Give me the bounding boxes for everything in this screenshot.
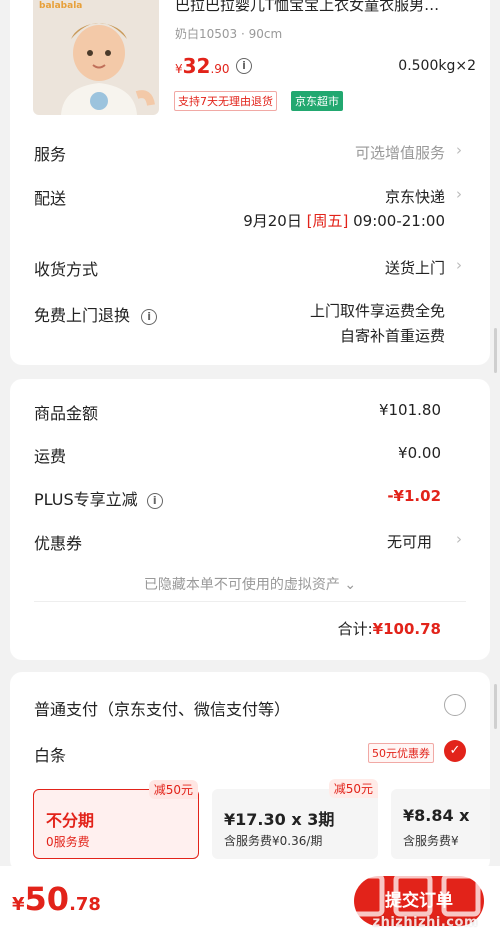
brand-logo: balabala bbox=[39, 1, 83, 11]
total-value: ¥100.78 bbox=[372, 620, 441, 638]
plan-discount-badge: 减50元 bbox=[328, 779, 378, 798]
normal-payment-label[interactable]: 普通支付（京东支付、微信支付等） bbox=[34, 696, 290, 720]
product-spec: 奶白10503 · 90cm bbox=[175, 27, 283, 41]
scrollbar[interactable] bbox=[494, 684, 497, 729]
coupon-label: 优惠券 bbox=[34, 534, 83, 553]
goods-amount-label: 商品金额 bbox=[34, 404, 99, 423]
price-summary-card: 商品金额 ¥101.80 运费 ¥0.00 PLUS专享立减 i -¥1.02 … bbox=[10, 379, 490, 660]
goods-amount-value: ¥101.80 bbox=[378, 401, 441, 419]
plus-discount-text: PLUS专享立减 bbox=[34, 490, 138, 509]
shipping-value[interactable]: 京东快递 bbox=[385, 186, 445, 207]
plus-discount-value: -¥1.02 bbox=[387, 487, 441, 505]
price-symbol: ¥ bbox=[175, 62, 183, 76]
plan-main-text: 不分期 bbox=[46, 811, 95, 830]
installment-plan-none[interactable]: 减50元 不分期 0服务费 bbox=[33, 780, 199, 859]
payable-int: 50 bbox=[24, 880, 70, 918]
chevron-right-icon[interactable]: › bbox=[456, 141, 462, 159]
payable-amount: ¥50.78 bbox=[12, 880, 101, 918]
plan-sub-text: 0服务费 bbox=[46, 835, 90, 849]
receive-method-value[interactable]: 送货上门 bbox=[385, 257, 445, 278]
divider bbox=[34, 601, 466, 602]
free-return-label: 免费上门退换 i bbox=[34, 302, 158, 326]
service-value[interactable]: 可选增值服务 bbox=[355, 142, 445, 163]
plan-discount-badge: 减50元 bbox=[148, 780, 198, 799]
freight-value: ¥0.00 bbox=[398, 444, 441, 462]
baitiao-coupon-tag[interactable]: 50元优惠券 bbox=[368, 743, 434, 763]
store-tag: 京东超市 bbox=[291, 91, 343, 111]
installment-plan-3[interactable]: 减50元 ¥17.30 x 3期 含服务费¥0.36/期 bbox=[212, 779, 378, 859]
price-dec: .90 bbox=[210, 62, 230, 76]
product-delivery-card: balabala 巴拉巴拉婴儿T恤宝宝上衣女童衣服男… 奶白10503 · 90… bbox=[10, 0, 490, 365]
check-icon[interactable]: ✓ bbox=[444, 740, 466, 762]
chevron-right-icon[interactable]: › bbox=[456, 530, 462, 548]
plan-main-text: ¥8.84 x bbox=[403, 806, 470, 825]
payable-symbol: ¥ bbox=[12, 894, 25, 915]
freight-label: 运费 bbox=[34, 447, 67, 466]
delivery-date-day: 9月20日 bbox=[243, 212, 302, 230]
receive-method-label: 收货方式 bbox=[34, 260, 99, 279]
submit-order-button[interactable]: 提交订单 bbox=[354, 876, 484, 926]
hidden-assets-toggle[interactable]: 已隐藏本单不可使用的虚拟资产 ⌄ bbox=[10, 574, 490, 594]
free-return-text: 免费上门退换 bbox=[34, 306, 131, 325]
payment-card: 普通支付（京东支付、微信支付等） 白条 50元优惠券 ✓ 减50元 不分期 0服… bbox=[10, 672, 490, 872]
info-icon[interactable]: i bbox=[236, 58, 252, 74]
free-return-line1: 上门取件享运费全免 bbox=[309, 302, 445, 320]
coupon-value[interactable]: 无可用 bbox=[387, 531, 432, 552]
total-label: 合计: bbox=[337, 620, 373, 638]
plus-discount-label: PLUS专享立减 i bbox=[34, 486, 163, 510]
chevron-right-icon[interactable]: › bbox=[456, 256, 462, 274]
price-int: 32 bbox=[182, 54, 211, 78]
chevron-right-icon[interactable]: › bbox=[456, 185, 462, 203]
service-label: 服务 bbox=[34, 145, 67, 164]
delivery-date-time: 09:00-21:00 bbox=[353, 212, 445, 230]
shipping-label: 配送 bbox=[34, 189, 67, 208]
plan-sub-text: 含服务费¥ bbox=[403, 834, 459, 848]
order-total: 合计:¥100.78 bbox=[338, 618, 441, 639]
product-thumbnail[interactable]: balabala bbox=[33, 0, 159, 115]
checkout-bar: ¥50.78 提交订单 zhizhizhi.com bbox=[0, 866, 500, 938]
info-icon[interactable]: i bbox=[141, 308, 158, 325]
baitiao-label[interactable]: 白条 bbox=[34, 742, 66, 766]
installment-plan-12[interactable]: ¥8.84 x 含服务费¥ bbox=[391, 789, 490, 859]
product-title[interactable]: 巴拉巴拉婴儿T恤宝宝上衣女童衣服男… bbox=[175, 0, 475, 15]
delivery-date[interactable]: 9月20日 [周五] 09:00-21:00 bbox=[243, 210, 445, 231]
baby-photo-icon bbox=[61, 23, 155, 115]
return-policy-tag: 支持7天无理由退货 bbox=[174, 91, 277, 111]
plan-sub-text: 含服务费¥0.36/期 bbox=[224, 834, 323, 848]
product-weight: 0.500kg×2 bbox=[398, 58, 476, 74]
product-price: ¥32.90 bbox=[175, 54, 230, 78]
plan-main-text: ¥17.30 x 3期 bbox=[224, 810, 335, 829]
payable-dec: .78 bbox=[69, 894, 101, 915]
free-return-line2: 自寄补首重运费 bbox=[339, 327, 445, 345]
order-confirm-page: balabala 巴拉巴拉婴儿T恤宝宝上衣女童衣服男… 奶白10503 · 90… bbox=[0, 0, 500, 938]
delivery-date-weekday: [周五] bbox=[306, 212, 349, 230]
info-icon[interactable]: i bbox=[146, 492, 163, 509]
radio-unchecked-icon[interactable] bbox=[444, 694, 466, 716]
scrollbar[interactable] bbox=[494, 328, 497, 373]
